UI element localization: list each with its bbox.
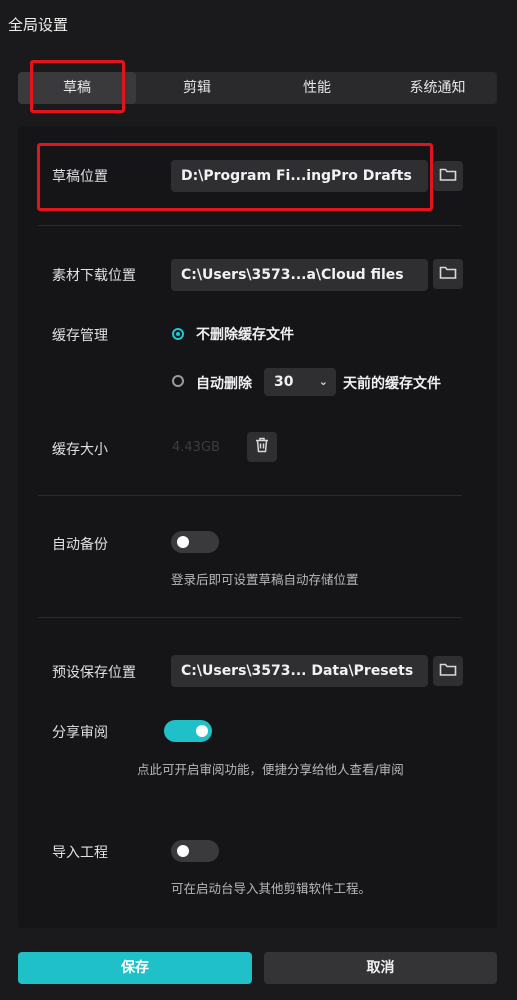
toggle-knob <box>196 725 208 737</box>
import-project-hint: 可在启动台导入其他剪辑软件工程。 <box>171 881 372 896</box>
highlight-box-draft-location <box>37 143 433 211</box>
import-project-label: 导入工程 <box>52 845 108 861</box>
cache-auto-delete-radio[interactable] <box>172 375 184 387</box>
cache-auto-delete-label[interactable]: 自动删除 <box>196 373 252 393</box>
cache-size-label: 缓存大小 <box>52 442 108 458</box>
tab-performance[interactable]: 性能 <box>258 72 376 104</box>
divider <box>38 617 462 618</box>
folder-icon <box>439 662 457 681</box>
cache-days-select[interactable]: 30 ⌄ <box>264 368 336 396</box>
auto-backup-hint: 登录后即可设置草稿自动存储位置 <box>171 572 359 587</box>
cache-keep-option-label[interactable]: 不删除缓存文件 <box>196 324 294 344</box>
cache-management-label: 缓存管理 <box>52 328 108 344</box>
import-project-toggle[interactable] <box>171 840 219 862</box>
auto-backup-label: 自动备份 <box>52 537 108 553</box>
download-location-field[interactable]: C:\Users\3573...a\Cloud files <box>171 259 428 291</box>
auto-backup-toggle[interactable] <box>171 531 219 553</box>
toggle-knob <box>177 536 189 548</box>
highlight-box-tab <box>30 60 125 113</box>
cache-auto-delete-suffix: 天前的缓存文件 <box>343 376 441 392</box>
folder-icon <box>439 167 457 186</box>
toggle-knob <box>177 845 189 857</box>
cache-keep-radio[interactable] <box>172 328 184 340</box>
share-review-label: 分享审阅 <box>52 725 108 741</box>
folder-icon <box>439 265 457 284</box>
trash-icon <box>255 437 269 457</box>
download-location-label: 素材下载位置 <box>52 268 136 284</box>
clear-cache-button[interactable] <box>247 432 277 462</box>
window-title: 全局设置 <box>8 16 69 34</box>
cache-size-value: 4.43GB <box>172 440 220 455</box>
preset-location-label: 预设保存位置 <box>52 665 136 681</box>
divider <box>38 495 462 496</box>
tab-system-notifications[interactable]: 系统通知 <box>378 72 497 104</box>
cache-days-value: 30 <box>274 374 294 390</box>
share-review-hint: 点此可开启审阅功能，便捷分享给他人查看/审阅 <box>137 762 404 777</box>
share-review-toggle[interactable] <box>164 720 212 742</box>
draft-location-browse-button[interactable] <box>433 161 463 191</box>
preset-location-field[interactable]: C:\Users\3573... Data\Presets <box>171 655 428 687</box>
download-location-browse-button[interactable] <box>433 259 463 289</box>
tab-editing[interactable]: 剪辑 <box>138 72 256 104</box>
cancel-button[interactable]: 取消 <box>264 952 497 984</box>
divider <box>38 225 462 226</box>
save-button[interactable]: 保存 <box>18 952 252 984</box>
settings-panel <box>18 126 497 928</box>
chevron-down-icon: ⌄ <box>318 375 328 388</box>
preset-location-browse-button[interactable] <box>433 656 463 686</box>
